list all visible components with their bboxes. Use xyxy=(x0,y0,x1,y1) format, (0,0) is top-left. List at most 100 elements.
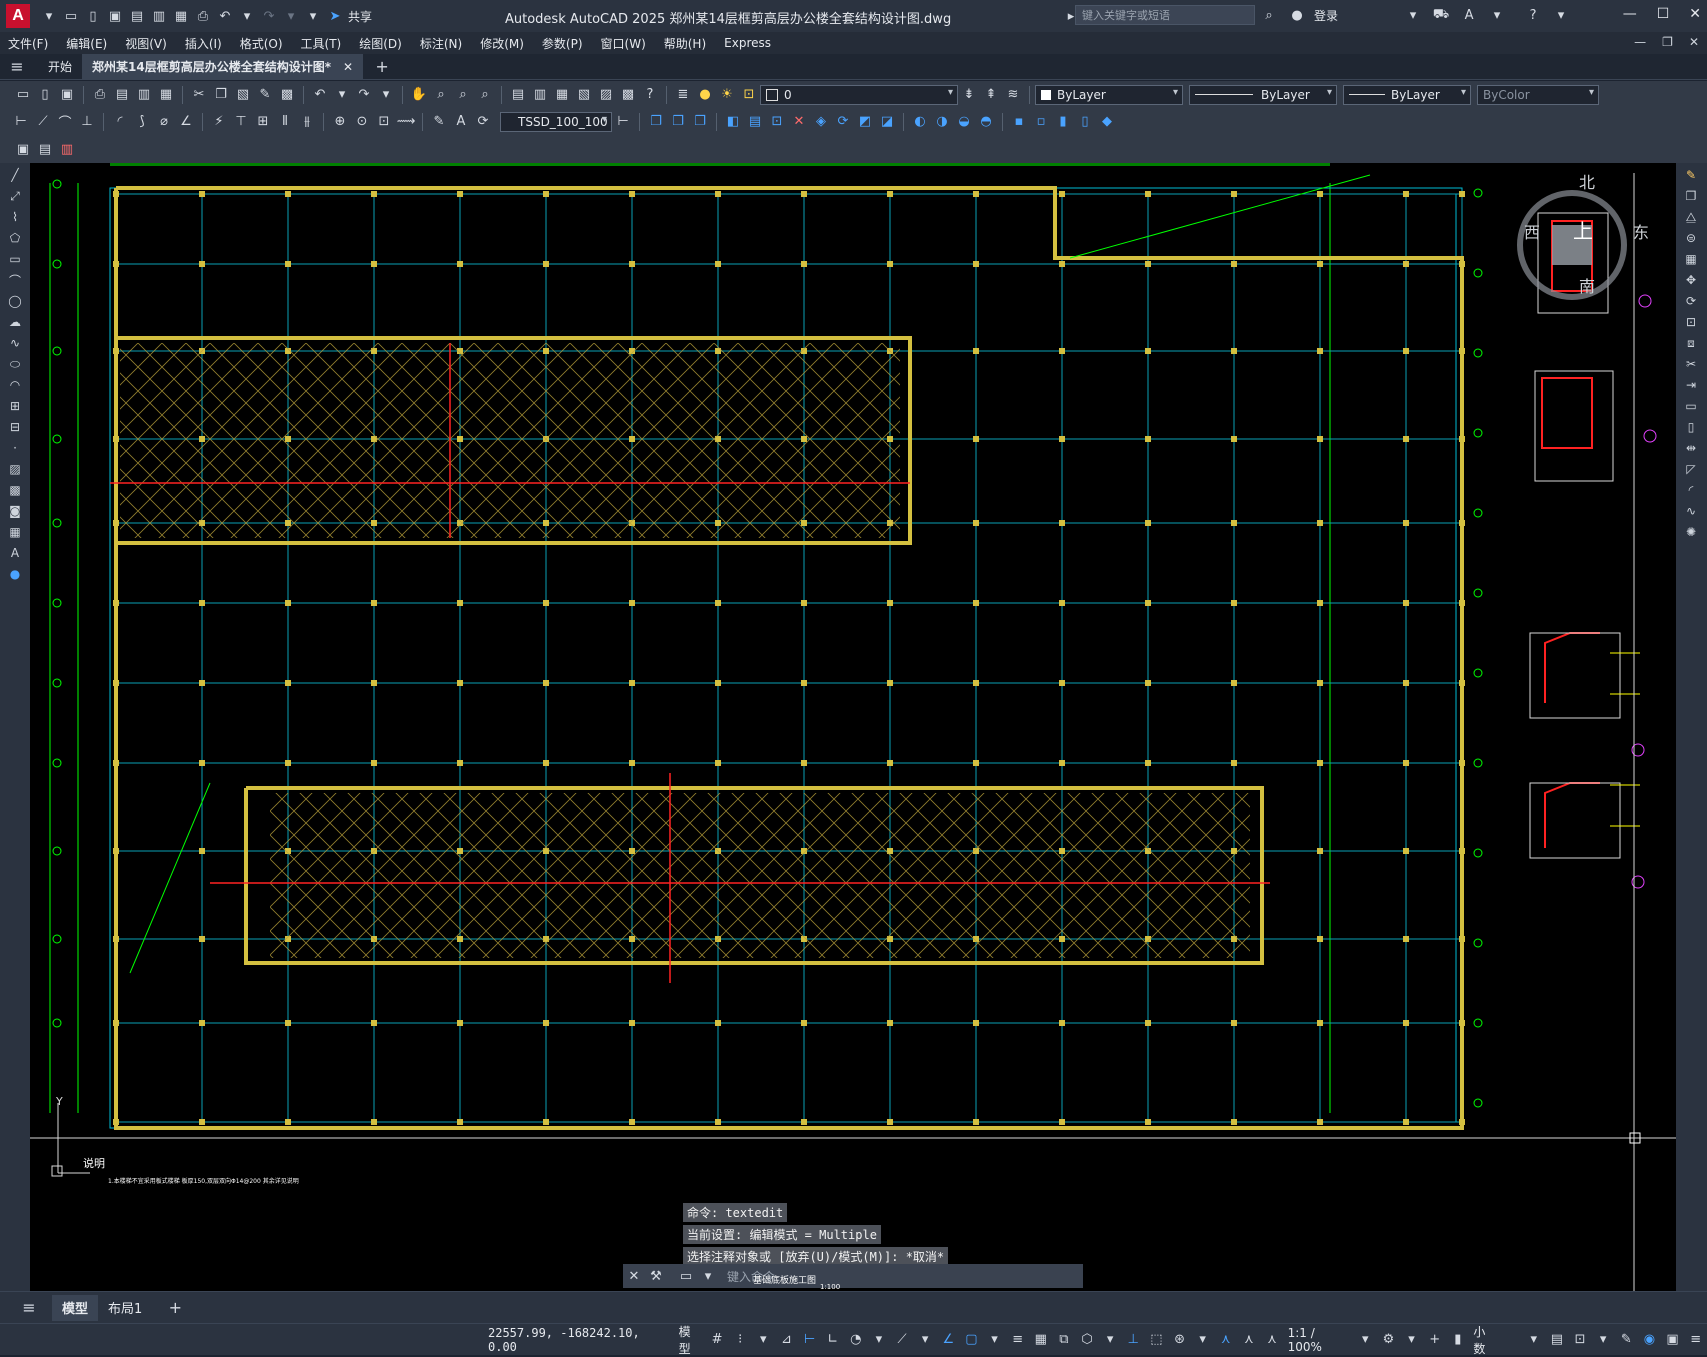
plotstyle-dropdown[interactable]: ByColor ▾ xyxy=(1477,84,1599,105)
lock-dropdown-icon[interactable]: ▾ xyxy=(1595,1331,1612,1349)
quick-properties-icon[interactable]: ▤ xyxy=(1548,1331,1565,1349)
fillet-icon[interactable]: ◜ xyxy=(1682,481,1700,499)
minimize-icon[interactable]: — xyxy=(1623,6,1637,22)
viewcube-north[interactable]: 北 xyxy=(1579,169,1595,193)
annotation-monitor-icon[interactable]: + xyxy=(1426,1331,1443,1349)
hardware-acceleration-icon[interactable]: ◉ xyxy=(1641,1331,1658,1349)
menu-dimension[interactable]: 标注(N) xyxy=(420,35,462,52)
tab-close-icon[interactable]: ✕ xyxy=(343,60,353,74)
offset-icon[interactable]: ⊜ xyxy=(1682,229,1700,247)
rotate-icon[interactable]: ⟳ xyxy=(1682,292,1700,310)
tool-move-icon[interactable]: ❐ xyxy=(669,113,687,131)
app-menu-chevron-icon[interactable]: ▾ xyxy=(40,7,58,25)
make-block-icon[interactable]: ⊟ xyxy=(6,418,24,436)
tool-group-icon[interactable]: ▯ xyxy=(1076,113,1094,131)
color-dropdown[interactable]: ByLayer ▾ xyxy=(1035,84,1183,105)
menu-file[interactable]: 文件(F) xyxy=(8,35,48,52)
quick-access-dropdown-icon[interactable]: ▾ xyxy=(304,7,322,25)
copy-icon[interactable]: ❐ xyxy=(1682,187,1700,205)
chamfer-icon[interactable]: ◸ xyxy=(1682,460,1700,478)
ellipse-arc-icon[interactable]: ◠ xyxy=(6,376,24,394)
iso-dropdown-icon[interactable]: ▾ xyxy=(917,1331,934,1349)
units-dropdown-icon[interactable]: ▾ xyxy=(1525,1331,1542,1349)
layout-menu-icon[interactable]: ≡ xyxy=(20,1298,38,1317)
lineweight-dropdown[interactable]: ByLayer ▾ xyxy=(1343,84,1471,105)
annotation-visibility-icon[interactable]: ⋏ xyxy=(1217,1331,1234,1349)
menu-insert[interactable]: 插入(I) xyxy=(185,35,222,52)
tb-copy-icon[interactable]: ❐ xyxy=(212,86,230,104)
tb-redo-icon[interactable]: ↷ xyxy=(355,86,373,104)
make-current-layer-icon[interactable]: ⇟ xyxy=(960,86,978,104)
ellipse-icon[interactable]: ⬭ xyxy=(6,355,24,373)
construction-line-icon[interactable]: ⤢ xyxy=(6,187,24,205)
join-icon[interactable]: ⇹ xyxy=(1682,439,1700,457)
point-icon[interactable]: · xyxy=(6,439,24,457)
insert-block-icon[interactable]: ⊞ xyxy=(6,397,24,415)
dim-edit-icon[interactable]: ✎ xyxy=(430,113,448,131)
tb-cut-icon[interactable]: ✂ xyxy=(190,86,208,104)
annotation-scale-value[interactable]: 1:1 / 100% xyxy=(1288,1326,1350,1354)
tool-array-icon[interactable]: ▤ xyxy=(746,113,764,131)
doc-minimize-icon[interactable]: — xyxy=(1634,35,1646,49)
menu-format[interactable]: 格式(O) xyxy=(240,35,283,52)
layer-previous-icon[interactable]: ⇞ xyxy=(982,86,1000,104)
dim-radius-icon[interactable]: ◜ xyxy=(111,113,129,131)
menu-express[interactable]: Express xyxy=(724,36,771,50)
ortho-icon[interactable]: ∟ xyxy=(824,1331,841,1349)
layer-properties-icon[interactable]: ≣ xyxy=(674,86,692,104)
cursor-coordinates[interactable]: 22557.99, -168242.10, 0.00 xyxy=(488,1326,667,1354)
extend-icon[interactable]: ⇥ xyxy=(1682,376,1700,394)
dim-quick-icon[interactable]: ⚡ xyxy=(210,113,228,131)
undo-icon[interactable]: ↶ xyxy=(216,7,234,25)
viewcube-south[interactable]: 南 xyxy=(1579,273,1595,297)
dim-break-icon[interactable]: ⫵ xyxy=(298,113,316,131)
viewcube-east[interactable]: 东 xyxy=(1633,219,1649,243)
save-icon[interactable]: ▣ xyxy=(106,7,124,25)
viewcube-top-face[interactable]: 上 xyxy=(1573,215,1593,244)
dim-baseline-icon[interactable]: ⊤ xyxy=(232,113,250,131)
region-icon[interactable]: ◙ xyxy=(6,502,24,520)
trim-icon[interactable]: ✂ xyxy=(1682,355,1700,373)
break-point-icon[interactable]: ▭ xyxy=(1682,397,1700,415)
viewcube[interactable] xyxy=(1512,185,1632,305)
model-space-toggle[interactable]: 模型 xyxy=(679,1323,702,1357)
tb-preview-icon[interactable]: ▤ xyxy=(113,86,131,104)
infer-constraints-icon[interactable]: ⊿ xyxy=(778,1331,795,1349)
polar-icon[interactable]: ◔ xyxy=(847,1331,864,1349)
tb-help-icon[interactable]: ? xyxy=(641,86,659,104)
dim-text-edit-icon[interactable]: A xyxy=(452,113,470,131)
3d-osnap-dropdown-icon[interactable]: ▾ xyxy=(1102,1331,1119,1349)
line-icon[interactable]: ╱ xyxy=(6,166,24,184)
tb-open-icon[interactable]: ▯ xyxy=(36,86,54,104)
autodesk-a360-icon[interactable]: A xyxy=(1460,6,1478,24)
tab-model[interactable]: 模型 xyxy=(52,1294,99,1321)
tb-plot-icon[interactable]: ⎙ xyxy=(91,86,109,104)
new-file-icon[interactable]: ▭ xyxy=(62,7,80,25)
transparency-icon[interactable]: ▦ xyxy=(1032,1331,1049,1349)
cart-icon[interactable]: ⛟ xyxy=(1432,6,1450,24)
menu-tools[interactable]: 工具(T) xyxy=(301,35,342,52)
plot-icon[interactable]: ⎙ xyxy=(194,7,212,25)
isolate-objects-icon[interactable]: ✎ xyxy=(1618,1331,1635,1349)
tb-block-icon[interactable]: ▩ xyxy=(278,86,296,104)
tb-new-icon[interactable]: ▭ xyxy=(14,86,32,104)
tb-sheetset-icon[interactable]: ▧ xyxy=(575,86,593,104)
explode-icon[interactable]: ✺ xyxy=(1682,523,1700,541)
tool-break-icon[interactable]: ▪ xyxy=(1010,113,1028,131)
tb-match-icon[interactable]: ✎ xyxy=(256,86,274,104)
tb-paste-icon[interactable]: ▧ xyxy=(234,86,252,104)
annotation-scale-dropdown-icon[interactable]: ▾ xyxy=(1357,1331,1374,1349)
menu-parametric[interactable]: 参数(P) xyxy=(542,35,583,52)
tab-start[interactable]: 开始 xyxy=(38,54,82,80)
revcloud-icon[interactable]: ☁ xyxy=(6,313,24,331)
clean-screen-icon[interactable]: ▣ xyxy=(1664,1331,1681,1349)
extra-tool-2-icon[interactable]: ▤ xyxy=(36,140,54,158)
menu-help[interactable]: 帮助(H) xyxy=(664,35,706,52)
tool-copy-icon[interactable]: ❐ xyxy=(647,113,665,131)
maximize-icon[interactable]: ☐ xyxy=(1657,6,1670,22)
tb-undo-dd-icon[interactable]: ▾ xyxy=(333,86,351,104)
tool-fillet-icon[interactable]: ◐ xyxy=(911,113,929,131)
tb-redo-dd-icon[interactable]: ▾ xyxy=(377,86,395,104)
doc-restore-icon[interactable]: ❐ xyxy=(1662,35,1673,49)
mirror-icon[interactable]: ⧋ xyxy=(1682,208,1700,226)
